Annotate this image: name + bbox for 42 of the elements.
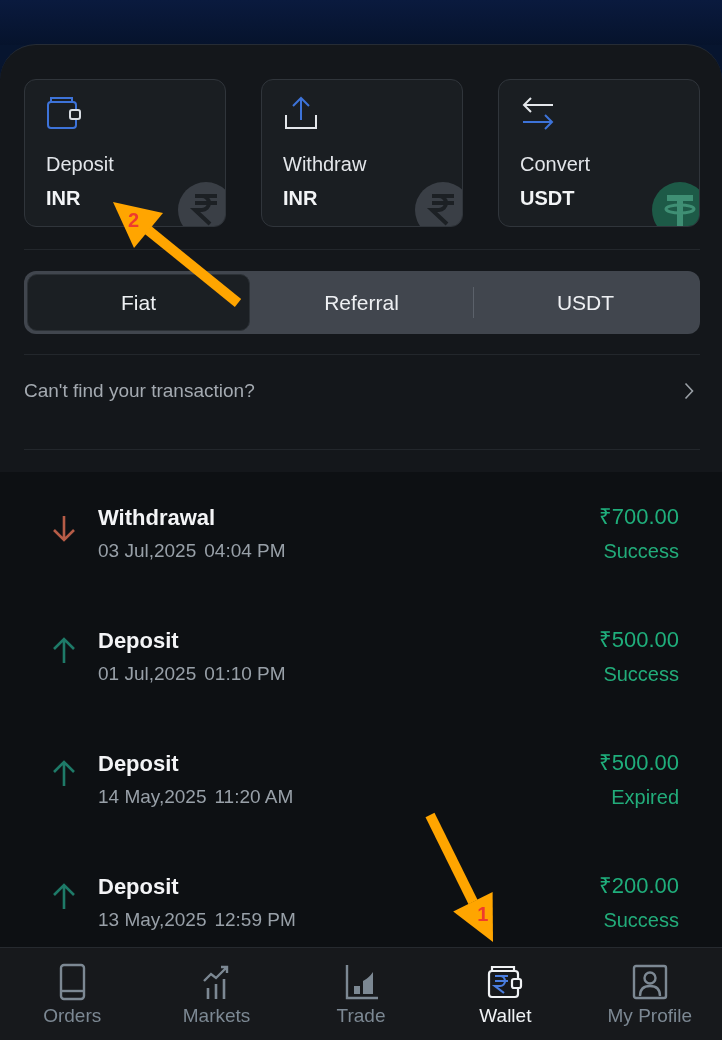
action-card[interactable]: Convert USDT [498, 79, 700, 227]
transaction-date: 13 May,2025 [98, 907, 207, 932]
transaction-amount: ₹500.00 [598, 749, 679, 777]
transaction-status: Success [603, 662, 679, 687]
transaction-amount: ₹200.00 [598, 872, 679, 900]
transaction-date: 03 Jul,2025 [98, 538, 197, 563]
action-card[interactable]: Withdraw INR [261, 79, 463, 227]
transaction-amount: ₹500.00 [598, 626, 679, 654]
chevron-right-icon [684, 382, 694, 400]
transaction-title: Deposit [98, 749, 180, 778]
transaction-title: Deposit [98, 872, 180, 901]
tether-coin-icon [652, 182, 699, 226]
profile-icon [630, 963, 669, 1001]
transaction-status: Success [603, 908, 679, 933]
transaction-date: 01 Jul,2025 [98, 661, 197, 686]
segment-tab[interactable]: Referral [250, 274, 473, 331]
nav-tab[interactable]: Orders [41, 948, 104, 1040]
wallet-icon [46, 95, 82, 131]
swap-arrows-icon [520, 95, 556, 131]
transaction-status: Success [603, 539, 679, 564]
help-link[interactable]: Can't find your transaction? [24, 355, 700, 427]
arrow-down-icon [50, 513, 78, 542]
transaction-time: 12:59 PM [214, 907, 296, 932]
callout-number: 1 [477, 903, 489, 925]
nav-tab[interactable]: Trade [334, 948, 388, 1040]
upload-icon [283, 95, 319, 131]
transaction-title: Withdrawal [98, 503, 217, 532]
transaction-title: Deposit [98, 626, 180, 655]
transaction-time: 11:20 AM [214, 784, 294, 809]
nav-tab[interactable]: Markets [180, 948, 253, 1040]
transaction-status: Expired [611, 785, 679, 810]
transaction-time: 01:10 PM [204, 661, 286, 686]
wallet-icon [486, 963, 525, 1001]
rupee-coin-icon [178, 182, 225, 226]
segment-tab[interactable]: Fiat [27, 274, 250, 331]
rupee-coin-icon [415, 182, 462, 226]
nav-tab[interactable]: Wallet [477, 948, 534, 1040]
segment-tab[interactable]: USDT [474, 274, 697, 331]
transaction-time: 04:04 PM [204, 538, 286, 563]
transaction-date: 14 May,2025 [98, 784, 207, 809]
transaction-amount: ₹700.00 [598, 503, 679, 531]
nav-tab[interactable]: My Profile [605, 948, 694, 1040]
